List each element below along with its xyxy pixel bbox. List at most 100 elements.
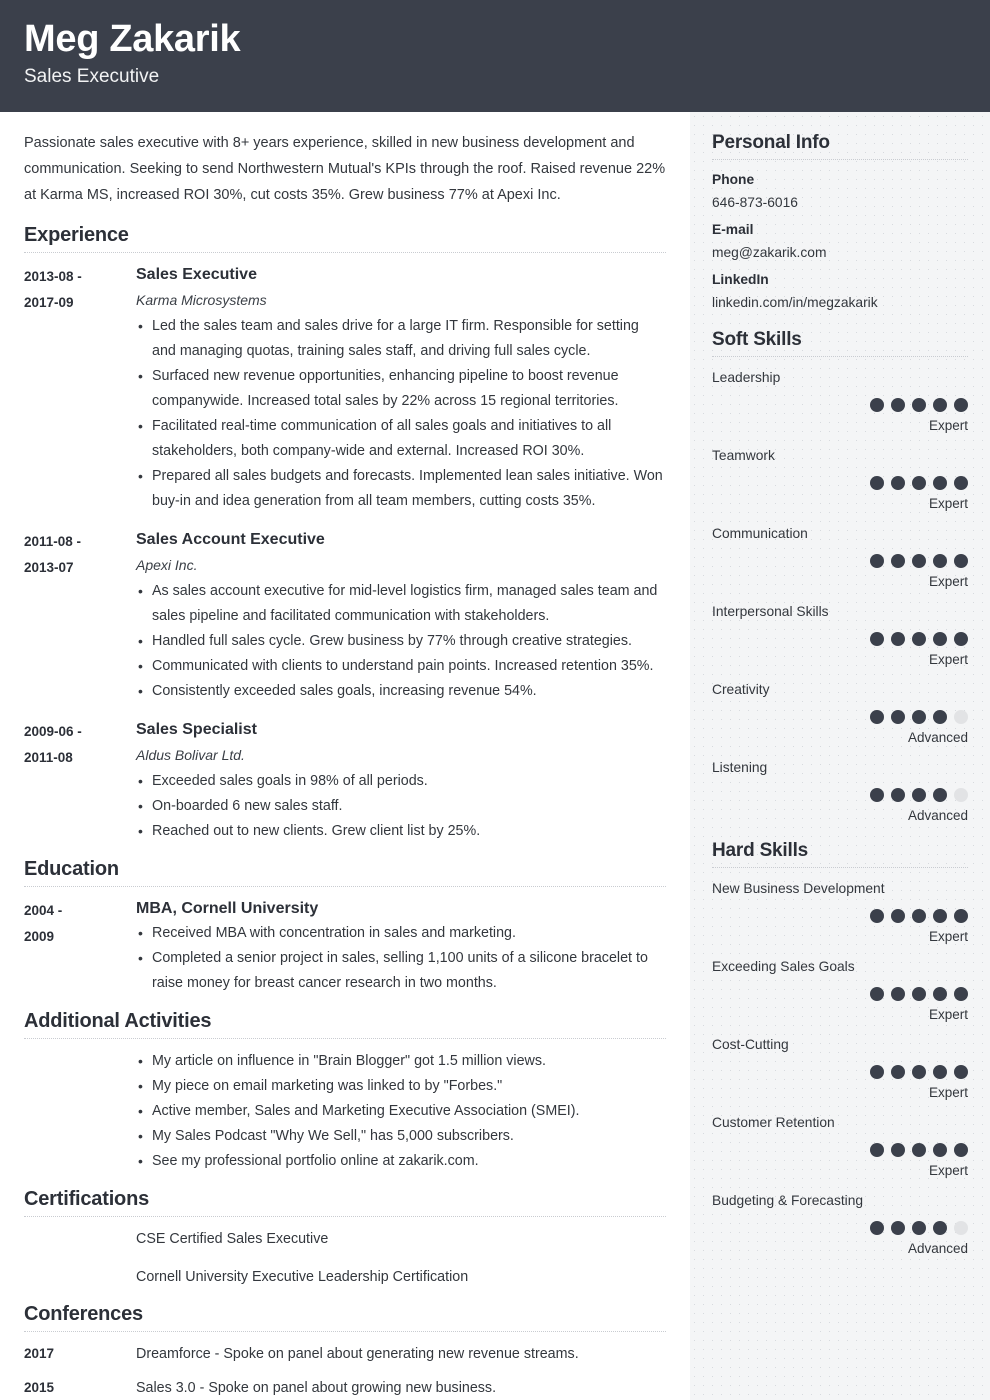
skill-dot-filled — [912, 987, 926, 1001]
soft-skill-item: Leadership Expert — [712, 366, 968, 436]
hard-skill-item: Customer Retention Expert — [712, 1111, 968, 1181]
skill-level-label: Expert — [928, 1007, 968, 1022]
entry-date: 2004 - 2009 — [24, 897, 136, 996]
skill-name: Exceeding Sales Goals — [712, 959, 855, 974]
timeline-entry: 2004 - 2009 MBA, Cornell University Receive… — [24, 897, 666, 996]
skill-dot-filled — [933, 1143, 947, 1157]
skill-dot-filled — [912, 476, 926, 490]
personal-info-label: E-mail — [712, 222, 754, 237]
entry-role: Sales Account Executive — [136, 531, 325, 548]
entry-bullet: Prepared all sales budgets and forecasts… — [136, 464, 666, 514]
skill-dot-filled — [912, 398, 926, 412]
conferences-section: Conferences 2017 Dreamforce - Spoke on pa… — [24, 1303, 666, 1400]
activities-section-title: Additional Activities — [24, 1010, 666, 1039]
skill-name: Leadership — [712, 370, 781, 385]
conference-row: 2017 Dreamforce - Spoke on panel about ge… — [24, 1342, 666, 1366]
conference-year: 2017 — [24, 1346, 55, 1361]
skill-level-label: Expert — [928, 574, 968, 589]
soft-skills-section: Soft Skills Leadership Expert Teamwork Expe… — [712, 329, 968, 826]
skill-rating: Expert — [712, 476, 968, 514]
skill-name: Customer Retention — [712, 1115, 835, 1130]
skill-dot-filled — [870, 788, 884, 802]
skill-level-label: Advanced — [907, 730, 968, 745]
entry-date-from: 2004 - — [24, 903, 63, 918]
hard-skill-item: Budgeting & Forecasting Advanced — [712, 1189, 968, 1259]
skill-level-label: Expert — [928, 496, 968, 511]
entry-bullet: Facilitated real-time communication of a… — [136, 414, 666, 464]
skill-dot-filled — [933, 554, 947, 568]
conferences-list: 2017 Dreamforce - Spoke on panel about ge… — [24, 1342, 666, 1400]
skill-dot-filled — [891, 1065, 905, 1079]
skill-dots — [712, 909, 968, 923]
activity-item: Active member, Sales and Marketing Execu… — [136, 1099, 666, 1124]
activities-section: Additional Activities My article on infl… — [24, 1010, 666, 1174]
skill-dot-filled — [891, 1221, 905, 1235]
soft-skill-item: Listening Advanced — [712, 756, 968, 826]
entry-date-from: 2013-08 - — [24, 269, 82, 284]
soft-skill-item: Teamwork Expert — [712, 444, 968, 514]
skill-dot-filled — [933, 398, 947, 412]
hard-skills-section: Hard Skills New Business Development Expe… — [712, 840, 968, 1259]
entry-bullet: Consistently exceeded sales goals, incre… — [136, 679, 666, 704]
skill-dot-filled — [870, 1065, 884, 1079]
entry-bullet-list: As sales account executive for mid-level… — [136, 579, 666, 704]
entry-body: MBA, Cornell University Received MBA with… — [136, 897, 666, 996]
skill-dot-filled — [891, 987, 905, 1001]
experience-section: Experience 2013-08 - 2017-09 Sales Executi… — [24, 224, 666, 844]
skill-rating: Expert — [712, 398, 968, 436]
personal-info-title: Personal Info — [712, 132, 968, 160]
entry-bullet: Reached out to new clients. Grew client … — [136, 819, 666, 844]
skill-dot-filled — [891, 476, 905, 490]
conferences-section-title: Conferences — [24, 1303, 666, 1332]
skill-level-label: Advanced — [907, 808, 968, 823]
skill-dot-filled — [870, 632, 884, 646]
skill-name: Budgeting & Forecasting — [712, 1193, 864, 1208]
skill-dots — [712, 554, 968, 568]
education-list: 2004 - 2009 MBA, Cornell University Receive… — [24, 897, 666, 996]
activity-item: See my professional portfolio online at … — [136, 1149, 666, 1174]
entry-organization: Apexi Inc. — [136, 557, 198, 573]
entry-date: 2009-06 - 2011-08 — [24, 718, 136, 844]
skill-dot-filled — [891, 710, 905, 724]
certification-item: Cornell University Executive Leadership … — [136, 1269, 469, 1285]
timeline-entry: 2013-08 - 2017-09 Sales Executive Karma Mic… — [24, 263, 666, 514]
experience-section-title: Experience — [24, 224, 666, 253]
entry-bullet-list: Exceeded sales goals in 98% of all perio… — [136, 769, 666, 844]
entry-date-to: 2013-07 — [24, 560, 74, 575]
candidate-job-title: Sales Executive — [24, 66, 160, 87]
skill-rating: Advanced — [712, 788, 968, 826]
resume-header: Meg Zakarik Sales Executive — [0, 0, 990, 112]
skill-dots — [712, 710, 968, 724]
activity-item: My Sales Podcast "Why We Sell," has 5,00… — [136, 1124, 666, 1149]
entry-bullet: Received MBA with concentration in sales… — [136, 921, 666, 946]
entry-bullet-list: Led the sales team and sales drive for a… — [136, 314, 666, 514]
skill-rating: Expert — [712, 909, 968, 947]
activities-list: My article on influence in "Brain Blogge… — [136, 1049, 666, 1174]
skill-dot-filled — [870, 1143, 884, 1157]
skill-dot-filled — [891, 398, 905, 412]
personal-info-value: meg@zakarik.com — [712, 245, 827, 260]
skill-dot-filled — [891, 554, 905, 568]
skill-dot-filled — [912, 1221, 926, 1235]
entry-bullet: Led the sales team and sales drive for a… — [136, 314, 666, 364]
personal-info-label: LinkedIn — [712, 272, 769, 287]
professional-summary: Passionate sales executive with 8+ years… — [24, 135, 666, 203]
entry-date-from: 2009-06 - — [24, 724, 82, 739]
skill-dot-filled — [954, 987, 968, 1001]
entry-bullet: Surfaced new revenue opportunities, enha… — [136, 364, 666, 414]
entry-date: 2013-08 - 2017-09 — [24, 263, 136, 514]
skill-dots — [712, 987, 968, 1001]
timeline-entry: 2011-08 - 2013-07 Sales Account Executive A… — [24, 528, 666, 704]
skill-dot-filled — [912, 554, 926, 568]
entry-date: 2011-08 - 2013-07 — [24, 528, 136, 704]
hard-skill-item: Cost-Cutting Expert — [712, 1033, 968, 1103]
skill-dots — [712, 632, 968, 646]
skill-dot-empty — [954, 788, 968, 802]
entry-role: Sales Specialist — [136, 721, 257, 738]
skill-dot-filled — [933, 1065, 947, 1079]
skill-rating: Advanced — [712, 710, 968, 748]
education-section: Education 2004 - 2009 MBA, Cornell Univers… — [24, 858, 666, 996]
skill-name: Creativity — [712, 682, 770, 697]
entry-date-to: 2009 — [24, 929, 55, 944]
skill-dot-filled — [954, 632, 968, 646]
